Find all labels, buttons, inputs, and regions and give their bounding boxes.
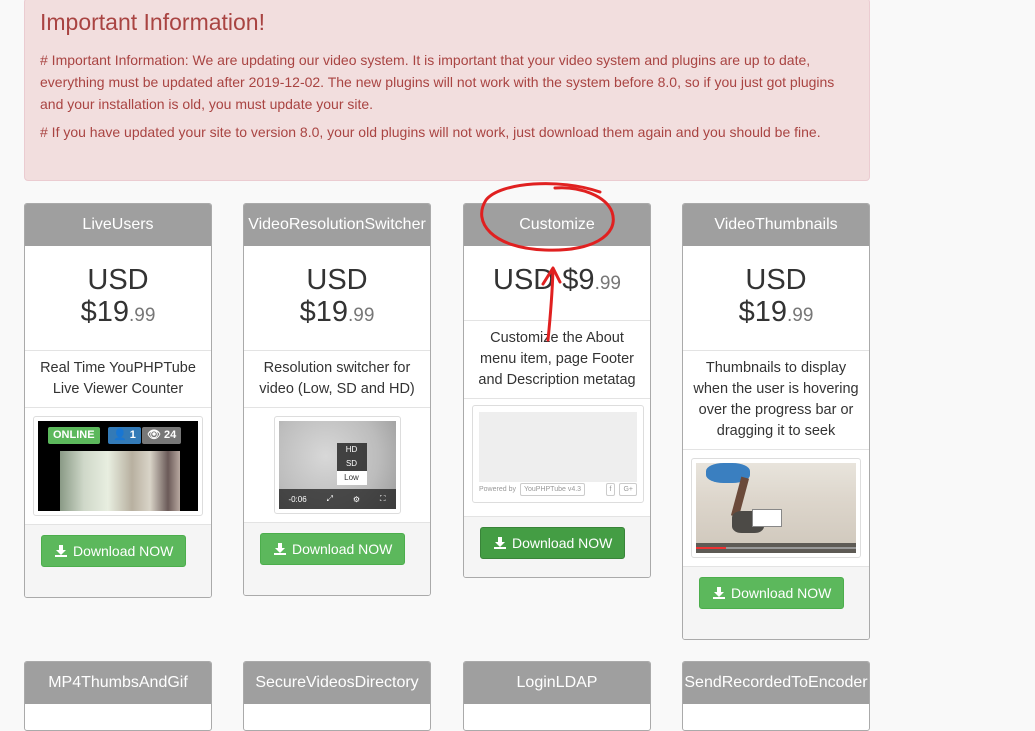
plugin-name: SecureVideosDirectory	[244, 662, 430, 704]
resolution-menu: HD SD Low	[336, 443, 367, 485]
price-currency: USD	[306, 264, 368, 296]
plugin-thumbnail: Powered by YouPHPTube v4.3 f G+	[472, 405, 644, 503]
facebook-icon: f	[605, 482, 616, 496]
google-plus-icon: G+	[619, 482, 637, 496]
option-hd: HD	[336, 443, 367, 457]
plugin-card-securevideosdirectory: SecureVideosDirectory	[243, 661, 431, 731]
price-currency: USD	[87, 264, 149, 296]
plugin-description: Resolution switcher for video (Low, SD a…	[244, 351, 430, 408]
download-button[interactable]: Download NOW	[480, 527, 626, 559]
plugin-name: SendRecordedToEncoder	[683, 662, 869, 704]
plugin-name: LiveUsers	[25, 204, 211, 246]
price-amount: $19.99	[299, 296, 375, 328]
fullscreen-icon: ⛶	[379, 494, 386, 503]
plugin-price: USD $19.99	[25, 246, 211, 351]
plugin-thumbnail	[691, 458, 861, 558]
download-button[interactable]: Download NOW	[260, 533, 406, 565]
plugin-description: Real Time YouPHPTube Live Viewer Counter	[25, 351, 211, 408]
views-badge: 👁 24	[142, 427, 182, 444]
plugin-name: MP4ThumbsAndGif	[25, 662, 211, 704]
progress-bar	[696, 547, 726, 549]
plugin-name: VideoThumbnails	[683, 204, 869, 246]
plugin-card-videoresolutionswitcher: VideoResolutionSwitcher USD $19.99 Resol…	[243, 203, 431, 596]
plugin-thumbnail: HD SD Low -0:06 ⤢ ⚙ ⛶	[273, 416, 401, 514]
plugin-price: USD $19.99	[683, 246, 869, 351]
player-controls: -0:06 ⤢ ⚙ ⛶	[278, 489, 396, 509]
plugin-card-mp4thumbsandgif: MP4ThumbsAndGif	[24, 661, 212, 731]
plugin-price: USD $19.99	[244, 246, 430, 351]
plugin-description: Customize the About menu item, page Foot…	[464, 321, 650, 399]
price-amount: $19.99	[738, 296, 814, 328]
alert-title: Important Information!	[40, 9, 265, 35]
price-amount: USD $9.99	[493, 264, 621, 296]
download-button[interactable]: Download NOW	[699, 577, 845, 609]
price-amount: $19.99	[80, 296, 156, 328]
plugin-card-customize: Customize USD $9.99 Customize the About …	[463, 203, 651, 578]
plugin-thumbnail: ONLINE 👤 1 👁 24	[33, 416, 203, 516]
gear-icon: ⚙	[352, 494, 361, 504]
price-currency: USD	[745, 264, 807, 296]
download-icon	[274, 543, 286, 555]
important-info-alert: Important Information! # Important Infor…	[24, 0, 870, 181]
eye-icon: 👁	[147, 429, 161, 441]
plugin-card-loginldap: LoginLDAP	[463, 661, 651, 731]
plugin-card-liveusers: LiveUsers USD $19.99 Real Time YouPHPTub…	[24, 203, 212, 598]
plugin-name: LoginLDAP	[464, 662, 650, 704]
option-sd: SD	[336, 457, 367, 471]
download-icon	[55, 545, 67, 557]
users-badge: 👤 1	[108, 427, 141, 444]
alert-paragraph-1: # Important Information: We are updating…	[40, 52, 835, 112]
alert-paragraph-2: # If you have updated your site to versi…	[40, 124, 821, 140]
download-icon	[713, 587, 725, 599]
plugin-card-sendrecordedtoencoder: SendRecordedToEncoder	[682, 661, 870, 731]
download-button[interactable]: Download NOW	[41, 535, 187, 567]
collapse-icon: ⤢	[326, 494, 333, 503]
online-badge: ONLINE	[48, 427, 100, 444]
plugin-name: Customize	[464, 204, 650, 246]
plugin-price: USD $9.99	[464, 246, 650, 321]
plugin-name: VideoResolutionSwitcher	[244, 204, 430, 246]
preview-thumbnail	[752, 509, 782, 527]
plugin-card-videothumbnails: VideoThumbnails USD $19.99 Thumbnails to…	[682, 203, 870, 640]
plugin-description: Thumbnails to display when the user is h…	[683, 351, 869, 450]
powered-by-text: Powered by	[479, 485, 516, 493]
download-icon	[494, 537, 506, 549]
user-icon: 👤	[113, 429, 127, 441]
option-low: Low	[336, 471, 367, 485]
time-display: -0:06	[288, 494, 307, 504]
brand-badge: YouPHPTube v4.3	[519, 482, 586, 496]
